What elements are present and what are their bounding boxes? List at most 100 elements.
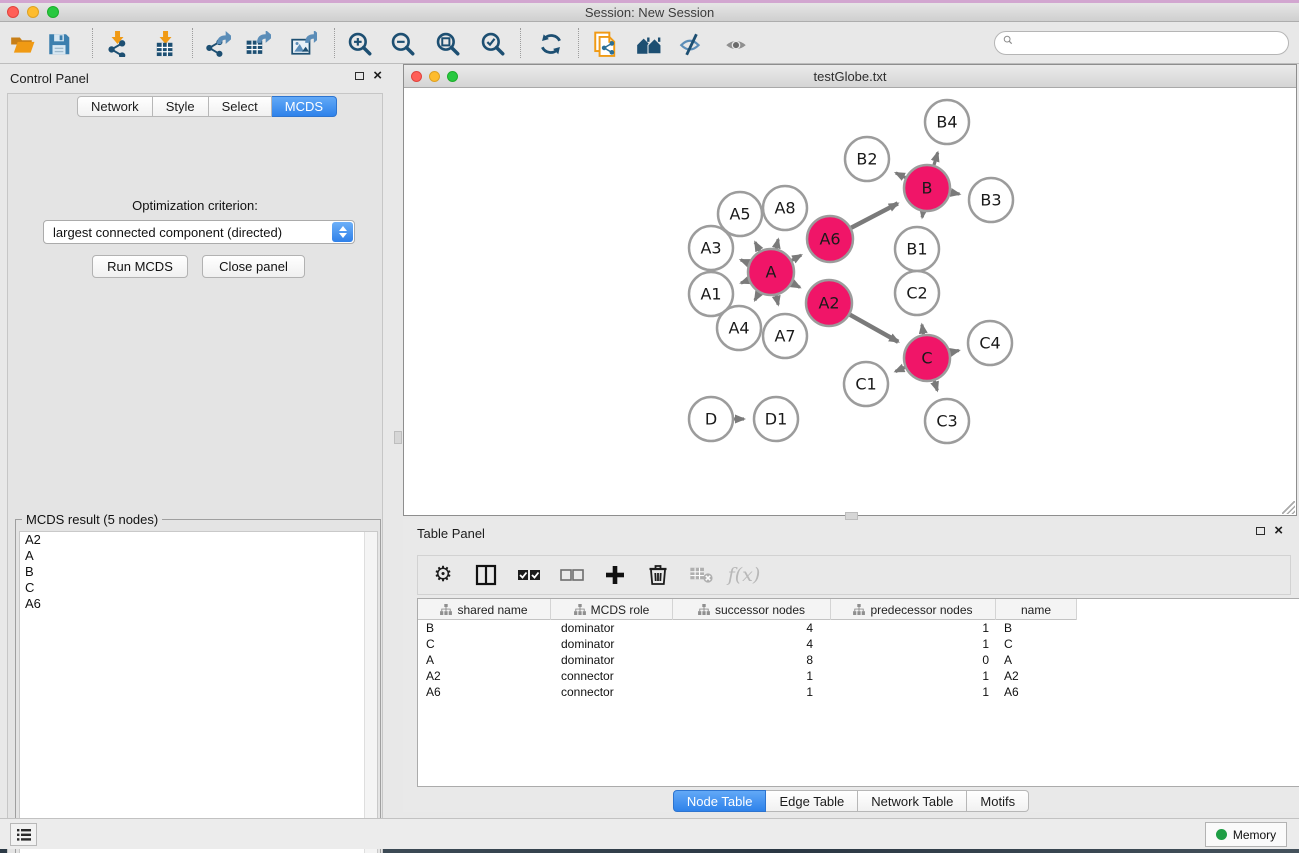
export-network-button[interactable] <box>200 30 234 58</box>
node-D[interactable]: D <box>689 397 733 441</box>
table-row[interactable]: Adominator80A <box>418 652 1299 668</box>
table-settings-button[interactable]: ⚙ <box>430 562 456 588</box>
node-D1[interactable]: D1 <box>754 397 798 441</box>
mcds-result-item[interactable]: B <box>20 564 377 580</box>
new-network-from-selection-button[interactable] <box>588 30 622 58</box>
edge-A6-B[interactable] <box>851 203 898 227</box>
tab-network[interactable]: Network <box>77 96 153 117</box>
resize-grip-icon[interactable] <box>1282 501 1295 514</box>
run-mcds-button[interactable]: Run MCDS <box>92 255 188 278</box>
edge-A-A1[interactable] <box>741 280 749 283</box>
svg-text:A1: A1 <box>700 285 721 304</box>
vertical-splitter-handle[interactable] <box>394 431 402 444</box>
node-B4[interactable]: B4 <box>925 100 969 144</box>
import-table-button[interactable] <box>148 30 182 58</box>
node-B2[interactable]: B2 <box>845 137 889 181</box>
search-input[interactable] <box>1024 36 1288 50</box>
memory-button[interactable]: Memory <box>1205 822 1287 847</box>
node-B3[interactable]: B3 <box>969 178 1013 222</box>
node-A6[interactable]: A6 <box>807 216 853 262</box>
node-C3[interactable]: C3 <box>925 399 969 443</box>
mcds-result-item[interactable]: C <box>20 580 377 596</box>
save-session-button[interactable] <box>42 30 76 58</box>
node-B1[interactable]: B1 <box>895 227 939 271</box>
edge-A2-C[interactable] <box>850 315 898 342</box>
column-header-name[interactable]: name <box>996 599 1077 620</box>
float-panel-icon[interactable] <box>355 72 364 80</box>
node-B[interactable]: B <box>904 165 950 211</box>
edge-B-B4[interactable] <box>934 153 938 165</box>
node-A8[interactable]: A8 <box>763 186 807 230</box>
show-columns-button[interactable] <box>473 562 499 588</box>
column-header-shared-name[interactable]: shared name <box>418 599 551 620</box>
first-neighbors-button[interactable] <box>631 30 665 58</box>
mcds-list-scrollbar[interactable] <box>364 532 377 853</box>
delete-column-button[interactable] <box>645 562 671 588</box>
edge-C-C4[interactable] <box>950 350 959 352</box>
criterion-dropdown[interactable]: largest connected component (directed) <box>43 220 355 244</box>
mcds-result-item[interactable]: A2 <box>20 532 377 548</box>
edge-A-A3[interactable] <box>741 260 749 263</box>
edge-A-A4[interactable] <box>755 293 759 300</box>
shared-column-icon <box>853 604 865 615</box>
edge-B-B1[interactable] <box>922 212 923 218</box>
node-C1[interactable]: C1 <box>844 362 888 406</box>
node-A4[interactable]: A4 <box>717 306 761 350</box>
table-row[interactable]: A2connector11A2 <box>418 668 1299 684</box>
open-file-button[interactable] <box>5 30 39 58</box>
edge-A-A7[interactable] <box>776 295 778 304</box>
export-image-button[interactable] <box>286 30 320 58</box>
edge-C-C3[interactable] <box>934 381 937 391</box>
table-row[interactable]: Cdominator41C <box>418 636 1299 652</box>
table-row[interactable]: Bdominator41B <box>418 620 1299 636</box>
node-C4[interactable]: C4 <box>968 321 1012 365</box>
float-table-panel-icon[interactable] <box>1256 527 1265 535</box>
search-field[interactable] <box>994 31 1289 55</box>
node-A7[interactable]: A7 <box>763 314 807 358</box>
edge-A-A2[interactable] <box>792 283 800 287</box>
node-A[interactable]: A <box>748 249 794 295</box>
mcds-result-item[interactable]: A <box>20 548 377 564</box>
show-all-button[interactable] <box>719 30 753 58</box>
node-C[interactable]: C <box>904 335 950 381</box>
hide-selected-button[interactable] <box>674 30 708 58</box>
close-table-panel-icon[interactable]: × <box>1274 526 1283 536</box>
node-A5[interactable]: A5 <box>718 192 762 236</box>
column-header-predecessor-nodes[interactable]: predecessor nodes <box>831 599 996 620</box>
tab-mcds[interactable]: MCDS <box>272 96 337 117</box>
table-row[interactable]: A6connector11A6 <box>418 684 1299 700</box>
edge-B-B2[interactable] <box>896 173 906 178</box>
create-column-button[interactable] <box>602 562 628 588</box>
tab-motifs[interactable]: Motifs <box>967 790 1029 812</box>
column-header-MCDS-role[interactable]: MCDS role <box>551 599 673 620</box>
zoom-in-button[interactable] <box>343 30 377 58</box>
node-A2[interactable]: A2 <box>806 280 852 326</box>
network-canvas[interactable]: A1A3A4A5A7A8B1B2B3B4C1C2C3C4DD1AA2A6BC <box>404 89 1296 515</box>
column-header-successor-nodes[interactable]: successor nodes <box>673 599 831 620</box>
edge-A-A8[interactable] <box>776 239 778 248</box>
task-history-button[interactable] <box>10 823 37 846</box>
mcds-result-item[interactable]: A6 <box>20 596 377 612</box>
select-all-button[interactable] <box>516 562 542 588</box>
close-panel-icon[interactable]: × <box>373 71 382 81</box>
zoom-fit-button[interactable] <box>431 30 465 58</box>
export-table-button[interactable] <box>240 30 274 58</box>
tab-edge-table[interactable]: Edge Table <box>766 790 858 812</box>
edge-B-B3[interactable] <box>951 192 960 194</box>
edge-C-C2[interactable] <box>922 325 924 335</box>
horizontal-splitter-handle[interactable] <box>845 512 858 520</box>
node-C2[interactable]: C2 <box>895 271 939 315</box>
zoom-out-button[interactable] <box>386 30 420 58</box>
tab-node-table[interactable]: Node Table <box>673 790 767 812</box>
edge-C-C1[interactable] <box>895 367 905 371</box>
import-network-button[interactable] <box>100 30 134 58</box>
edge-A-A6[interactable] <box>792 255 801 260</box>
tab-network-table[interactable]: Network Table <box>858 790 967 812</box>
tab-select[interactable]: Select <box>209 96 272 117</box>
apply-layout-button[interactable] <box>534 30 568 58</box>
zoom-selected-button[interactable] <box>476 30 510 58</box>
close-panel-button[interactable]: Close panel <box>202 255 305 278</box>
deselect-all-button[interactable] <box>559 562 585 588</box>
edge-A-A5[interactable] <box>755 242 760 251</box>
tab-style[interactable]: Style <box>153 96 209 117</box>
